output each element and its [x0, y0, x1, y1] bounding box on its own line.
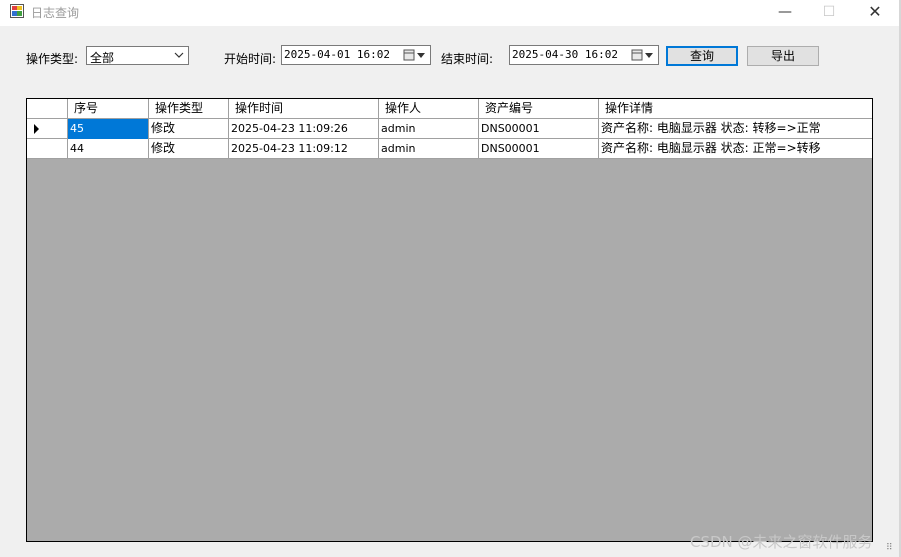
column-header-detail[interactable]: 操作详情: [599, 99, 872, 119]
minimize-button[interactable]: —: [762, 0, 808, 26]
cell-op-time[interactable]: 2025-04-23 11:09:12: [229, 139, 379, 159]
row-header[interactable]: [27, 139, 68, 159]
column-header-id[interactable]: 序号: [68, 99, 149, 119]
header-corner[interactable]: [27, 99, 68, 119]
op-type-select[interactable]: 全部: [86, 46, 189, 65]
column-header-asset-no[interactable]: 资产编号: [479, 99, 599, 119]
column-header-op-type[interactable]: 操作类型: [149, 99, 229, 119]
cell-op-type[interactable]: 修改: [149, 139, 229, 159]
column-header-operator[interactable]: 操作人: [379, 99, 479, 119]
current-row-arrow-icon: [34, 124, 39, 134]
grid-header: 序号 操作类型 操作时间 操作人 资产编号 操作详情: [27, 99, 872, 119]
end-time-value: 2025-04-30 16:02: [512, 48, 618, 61]
cell-detail[interactable]: 资产名称: 电脑显示器 状态: 正常=>转移: [599, 139, 872, 159]
chevron-down-icon: [174, 52, 184, 58]
cell-asset-no[interactable]: DNS00001: [479, 139, 599, 159]
maximize-button[interactable]: ☐: [806, 0, 852, 26]
cell-op-time[interactable]: 2025-04-23 11:09:26: [229, 119, 379, 139]
start-time-value: 2025-04-01 16:02: [284, 48, 390, 61]
export-button[interactable]: 导出: [747, 46, 819, 66]
window-title: 日志查询: [31, 6, 80, 20]
end-time-label: 结束时间:: [441, 52, 494, 66]
cell-operator[interactable]: admin: [379, 119, 479, 139]
cell-op-type[interactable]: 修改: [149, 119, 229, 139]
resize-grip-icon[interactable]: ⠿: [886, 543, 893, 553]
app-window-icon: [10, 4, 24, 18]
cell-asset-no[interactable]: DNS00001: [479, 119, 599, 139]
calendar-dropdown-icon[interactable]: [403, 49, 427, 61]
calendar-dropdown-icon[interactable]: [631, 49, 655, 61]
close-button[interactable]: ✕: [852, 0, 898, 26]
op-type-label: 操作类型:: [26, 52, 79, 66]
column-header-op-time[interactable]: 操作时间: [229, 99, 379, 119]
cell-operator[interactable]: admin: [379, 139, 479, 159]
log-grid[interactable]: 序号 操作类型 操作时间 操作人 资产编号 操作详情 45 修改 2025-04…: [26, 98, 873, 542]
query-button[interactable]: 查询: [666, 46, 738, 66]
start-time-picker[interactable]: 2025-04-01 16:02: [281, 45, 431, 65]
cell-id[interactable]: 45: [68, 119, 149, 139]
cell-detail[interactable]: 资产名称: 电脑显示器 状态: 转移=>正常: [599, 119, 872, 139]
row-header[interactable]: [27, 119, 68, 139]
cell-id[interactable]: 44: [68, 139, 149, 159]
start-time-label: 开始时间:: [224, 52, 277, 66]
table-row[interactable]: 45 修改 2025-04-23 11:09:26 admin DNS00001…: [27, 119, 872, 139]
table-row[interactable]: 44 修改 2025-04-23 11:09:12 admin DNS00001…: [27, 139, 872, 159]
end-time-picker[interactable]: 2025-04-30 16:02: [509, 45, 659, 65]
watermark: CSDN @未来之窗软件服务: [690, 533, 873, 551]
title-bar: 日志查询 — ☐ ✕: [0, 0, 901, 26]
op-type-value: 全部: [90, 51, 115, 65]
